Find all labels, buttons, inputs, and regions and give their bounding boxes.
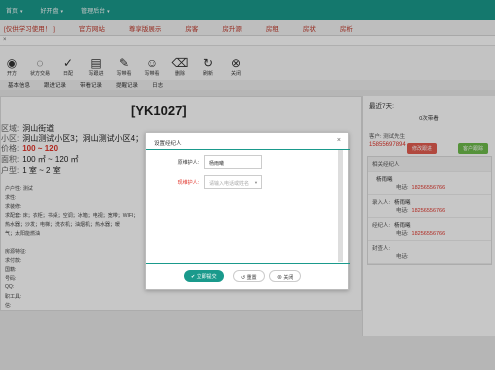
reset-button[interactable]: ↺ 重置 — [233, 270, 265, 282]
new-agent-select[interactable]: 请输入电话或姓名 ▼ — [204, 175, 262, 189]
dialog-body: 原维护人: 杨雨曦 现维护人: 请输入电话或姓名 ▼ — [146, 150, 343, 262]
new-agent-field: 现维护人: 请输入电话或姓名 ▼ — [146, 175, 343, 189]
dialog-footer-divider — [146, 263, 350, 264]
dialog-title: 设置经纪人 — [154, 141, 182, 147]
set-agent-dialog: 设置经纪人 × 原维护人: 杨雨曦 现维护人: 请输入电话或姓名 ▼ ✔ 立即提交… — [145, 132, 350, 290]
new-agent-label: 现维护人: — [177, 180, 199, 186]
original-agent-value: 杨雨曦 — [204, 155, 262, 169]
close-button[interactable]: ⊗ 关闭 — [269, 270, 302, 282]
new-agent-placeholder: 请输入电话或姓名 — [209, 181, 250, 187]
original-agent-label: 原维护人: — [177, 160, 199, 166]
chevron-down-icon: ▼ — [254, 180, 258, 185]
submit-button[interactable]: ✔ 立即提交 — [184, 270, 224, 282]
close-icon[interactable]: × — [337, 137, 341, 144]
original-agent-field: 原维护人: 杨雨曦 — [146, 155, 343, 169]
